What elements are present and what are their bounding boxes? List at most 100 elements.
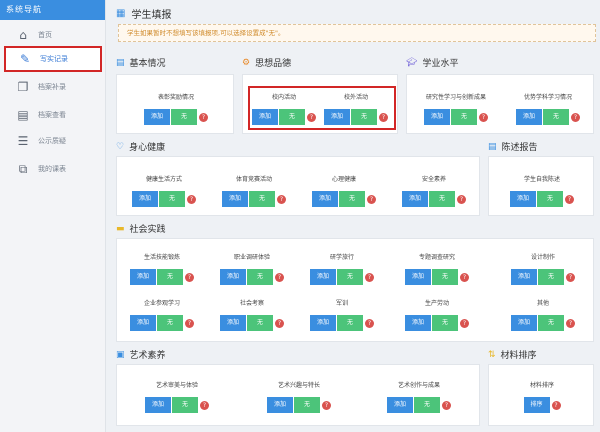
add-button[interactable]: 添加 xyxy=(510,191,536,207)
schedule-icon: ⧉ xyxy=(18,162,28,176)
add-button[interactable]: 添加 xyxy=(145,397,171,413)
help-icon[interactable]: ? xyxy=(277,194,286,204)
help-icon[interactable]: ? xyxy=(479,112,488,122)
sidebar-item-label: 档案查看 xyxy=(38,111,66,119)
page-title-text: 学生填报 xyxy=(131,10,172,21)
add-button[interactable]: 添加 xyxy=(312,191,338,207)
arts-panel: 艺术审美与体验 添加 无 ? 艺术兴趣与特长 添加 无 ? 艺术创作与成果 添加… xyxy=(116,364,480,426)
social-panel: 生活技能锻炼 添加 无 ? 职业调研体验 添加 无 ? 研学旅行 添加 无 ? xyxy=(116,238,594,342)
add-button[interactable]: 添加 xyxy=(132,191,158,207)
none-button[interactable]: 无 xyxy=(337,315,363,331)
none-button[interactable]: 无 xyxy=(414,397,440,413)
none-button[interactable]: 无 xyxy=(537,191,563,207)
record-cell: 军训 添加 无 ? xyxy=(297,299,387,331)
none-button[interactable]: 无 xyxy=(432,269,458,285)
help-icon[interactable]: ? xyxy=(566,318,575,328)
section-title-text: 材料排序 xyxy=(500,351,537,361)
help-icon[interactable]: ? xyxy=(275,272,284,282)
none-button[interactable]: 无 xyxy=(429,191,455,207)
none-button[interactable]: 无 xyxy=(339,191,365,207)
sidebar-item-publicity[interactable]: ☰ 公示质疑 xyxy=(4,128,102,154)
archive-icon: ▤ xyxy=(17,108,29,122)
help-icon[interactable]: ? xyxy=(571,112,580,122)
none-button[interactable]: 无 xyxy=(337,269,363,285)
help-icon[interactable]: ? xyxy=(457,194,466,204)
none-button[interactable]: 无 xyxy=(451,109,477,125)
add-button[interactable]: 添加 xyxy=(310,315,336,331)
cell-label: 其他 xyxy=(536,300,549,307)
none-button[interactable]: 无 xyxy=(294,397,320,413)
add-button[interactable]: 添加 xyxy=(267,397,293,413)
none-button[interactable]: 无 xyxy=(249,191,275,207)
none-button[interactable]: 无 xyxy=(543,109,569,125)
help-icon[interactable]: ? xyxy=(275,318,284,328)
sidebar-item-schedule[interactable]: ⧉ 我的课表 xyxy=(4,156,102,182)
add-button[interactable]: 添加 xyxy=(130,315,156,331)
record-cell: 职业调研体验 添加 无 ? xyxy=(207,253,297,285)
add-button[interactable]: 添加 xyxy=(220,269,246,285)
help-icon[interactable]: ? xyxy=(322,400,331,410)
none-button[interactable]: 无 xyxy=(538,315,564,331)
help-icon[interactable]: ? xyxy=(442,400,451,410)
add-button[interactable]: 添加 xyxy=(130,269,156,285)
help-icon[interactable]: ? xyxy=(565,194,574,204)
sort-button[interactable]: 排序 xyxy=(523,397,550,413)
none-button[interactable]: 无 xyxy=(171,109,197,125)
sidebar-item-label: 首页 xyxy=(38,31,52,39)
main-content: ▦ 学生填报 学生如果暂时不想填写该填报项,可以选择设置成"无"。 ▤ 基本情况… xyxy=(108,0,600,432)
record-cell: 研究性学习与创新成果 添加 无 ? xyxy=(409,93,503,125)
add-button[interactable]: 添加 xyxy=(220,315,246,331)
record-cell: 安全素养 添加 无 ? xyxy=(389,175,479,207)
help-icon[interactable]: ? xyxy=(365,318,374,328)
help-icon[interactable]: ? xyxy=(185,272,194,282)
add-button[interactable]: 添加 xyxy=(144,109,170,125)
sidebar-item-supplement[interactable]: ❐ 档案补录 xyxy=(4,74,102,100)
none-button[interactable]: 无 xyxy=(247,269,273,285)
section-health-title: ♡ 身心健康 xyxy=(116,140,165,154)
cell-label: 生产劳动 xyxy=(424,300,449,307)
record-cell: 健康生活方式 添加 无 ? xyxy=(119,175,209,207)
record-cell: 专题调查研究 添加 无 ? xyxy=(387,253,487,285)
help-icon[interactable]: ? xyxy=(187,194,196,204)
help-icon[interactable]: ? xyxy=(365,272,374,282)
record-cell: 生活技能锻炼 添加 无 ? xyxy=(117,253,207,285)
none-button[interactable]: 无 xyxy=(159,191,185,207)
help-icon[interactable]: ? xyxy=(185,318,194,328)
add-button[interactable]: 添加 xyxy=(310,269,336,285)
section-title-text: 社会实践 xyxy=(129,225,166,235)
help-icon[interactable]: ? xyxy=(199,112,208,122)
cell-label: 艺术兴趣与特长 xyxy=(277,382,320,389)
none-button[interactable]: 无 xyxy=(157,269,183,285)
none-button[interactable]: 无 xyxy=(157,315,183,331)
add-button[interactable]: 添加 xyxy=(405,269,431,285)
add-button[interactable]: 添加 xyxy=(405,315,431,331)
copy-icon: ❐ xyxy=(17,80,29,94)
none-button[interactable]: 无 xyxy=(432,315,458,331)
section-title-text: 陈述报告 xyxy=(501,143,538,153)
sidebar-item-archive[interactable]: ▤ 档案查看 xyxy=(4,102,102,128)
add-button[interactable]: 添加 xyxy=(511,269,537,285)
add-button[interactable]: 添加 xyxy=(387,397,413,413)
none-button[interactable]: 无 xyxy=(172,397,198,413)
help-icon[interactable]: ? xyxy=(367,194,376,204)
add-button[interactable]: 添加 xyxy=(511,315,537,331)
sidebar-item-record[interactable]: ✎ 写实记录 xyxy=(4,46,102,72)
add-button[interactable]: 添加 xyxy=(424,109,450,125)
add-button[interactable]: 添加 xyxy=(222,191,248,207)
add-button[interactable]: 添加 xyxy=(516,109,542,125)
highlight-box xyxy=(248,86,396,130)
none-button[interactable]: 无 xyxy=(538,269,564,285)
help-icon[interactable]: ? xyxy=(551,400,561,410)
add-button[interactable]: 添加 xyxy=(402,191,428,207)
basic-panel: 表彰奖励情况 添加 无 ? xyxy=(116,74,234,134)
help-icon[interactable]: ? xyxy=(200,400,209,410)
cell-label: 职业调研体验 xyxy=(233,254,270,261)
none-button[interactable]: 无 xyxy=(247,315,273,331)
document-icon: ▤ xyxy=(116,57,125,68)
section-title-text: 基本情况 xyxy=(129,59,166,69)
sidebar-item-home[interactable]: ⌂ 首页 xyxy=(4,22,102,48)
help-icon[interactable]: ? xyxy=(460,272,469,282)
help-icon[interactable]: ? xyxy=(460,318,469,328)
help-icon[interactable]: ? xyxy=(566,272,575,282)
cell-label: 材料排序 xyxy=(529,382,554,389)
